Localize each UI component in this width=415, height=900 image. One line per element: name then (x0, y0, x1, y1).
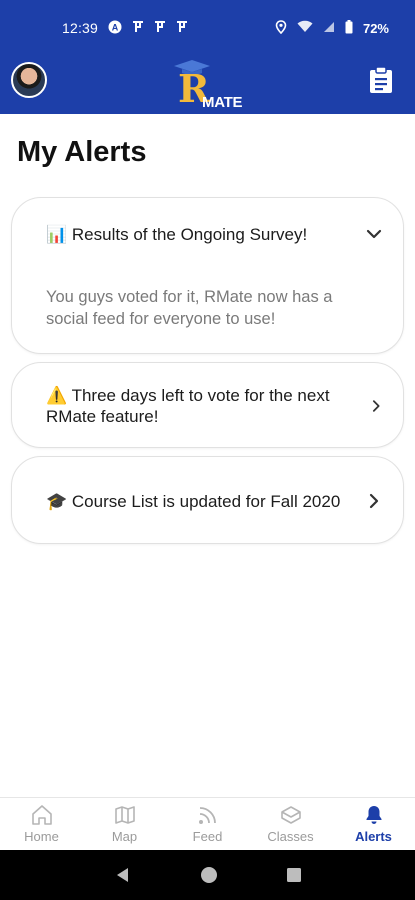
graduation-cap-emoji-icon: 🎓 (46, 491, 68, 511)
status-time: 12:39 (62, 20, 99, 36)
rmate-logo: R MATE (172, 60, 248, 112)
map-icon (114, 806, 135, 824)
signal-icon (323, 21, 335, 36)
avatar[interactable] (11, 62, 47, 98)
status-bar: 12:39 A 72% (0, 0, 415, 56)
home-icon (31, 805, 52, 825)
chevron-right-icon[interactable] (365, 492, 383, 510)
nav-item-home[interactable]: Home (0, 798, 83, 850)
status-left: 12:39 A (62, 20, 188, 37)
recents-icon[interactable] (286, 867, 302, 883)
alert-card[interactable]: ⚠️ Three days left to vote for the next … (11, 362, 404, 448)
nav-item-classes[interactable]: Classes (249, 798, 332, 850)
alert-title-text: Results of the Ongoing Survey! (71, 224, 308, 244)
system-nav-bar (0, 850, 415, 900)
a-icon: A (108, 20, 122, 37)
back-icon[interactable] (114, 866, 132, 884)
nav-item-feed[interactable]: Feed (166, 798, 249, 850)
nav-item-map[interactable]: Map (83, 798, 166, 850)
app-header: R MATE (0, 56, 415, 114)
classes-icon (280, 806, 301, 824)
alert-card[interactable]: 🎓 Course List is updated for Fall 2020 (11, 456, 404, 544)
bar-chart-icon: 📊 (46, 224, 68, 244)
r-icon (176, 20, 188, 36)
alert-title-text: Course List is updated for Fall 2020 (71, 491, 341, 511)
home-circle-icon[interactable] (199, 865, 219, 885)
alert-title: 🎓 Course List is updated for Fall 2020 (46, 491, 340, 512)
alert-title: ⚠️ Three days left to vote for the next … (46, 385, 369, 427)
bell-icon (366, 806, 381, 824)
nav-label: Feed (192, 829, 223, 844)
chevron-right-icon[interactable] (369, 397, 383, 415)
feed-icon (198, 807, 216, 824)
page-title: My Alerts (17, 136, 147, 168)
alert-body: You guys voted for it, RMate now has a s… (46, 288, 333, 328)
svg-text:A: A (112, 22, 119, 32)
alert-header[interactable]: ⚠️ Three days left to vote for the next … (12, 363, 403, 449)
nav-label: Classes (267, 829, 314, 844)
location-icon (275, 19, 287, 37)
nav-label: Alerts (355, 829, 392, 844)
r-icon (154, 20, 166, 36)
battery-icon (345, 19, 353, 37)
wifi-icon (297, 20, 313, 36)
nav-label: Home (24, 829, 59, 844)
alert-title-text: Three days left to vote for the next RMa… (46, 386, 330, 426)
status-right: 72% (275, 19, 389, 37)
nav-label: Map (111, 829, 138, 844)
bottom-nav: Home Map Feed Classes Alerts (0, 797, 415, 850)
alert-card[interactable]: 📊 Results of the Ongoing Survey! You guy… (11, 197, 404, 354)
alert-title: 📊 Results of the Ongoing Survey! (46, 224, 307, 245)
r-icon (132, 20, 144, 36)
alert-header[interactable]: 📊 Results of the Ongoing Survey! (12, 198, 403, 270)
chevron-down-icon[interactable] (365, 225, 383, 243)
warning-icon: ⚠️ (46, 386, 68, 405)
logo-text: MATE (202, 94, 243, 111)
battery-percent: 72% (362, 20, 389, 36)
clipboard-icon[interactable] (369, 66, 393, 94)
alert-header[interactable]: 🎓 Course List is updated for Fall 2020 (12, 457, 403, 545)
nav-item-alerts[interactable]: Alerts (332, 798, 415, 850)
